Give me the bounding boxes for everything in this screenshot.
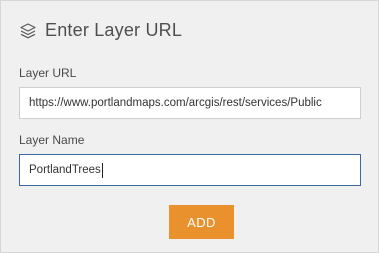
add-button[interactable]: ADD [169,205,234,239]
layer-name-label: Layer Name [19,133,85,147]
layer-url-value: https://www.portlandmaps.com/arcgis/rest… [29,97,322,109]
panel-header: Enter Layer URL [19,20,182,41]
text-caret [101,162,103,178]
panel-title: Enter Layer URL [45,20,183,40]
add-layer-panel: Enter Layer URL Layer URL https://www.po… [0,0,379,253]
layer-url-label: Layer URL [19,66,77,80]
layer-name-value: PortlandTrees [29,164,101,176]
layers-icon [20,22,36,38]
layer-name-input[interactable]: PortlandTrees [19,154,361,186]
layer-url-input[interactable]: https://www.portlandmaps.com/arcgis/rest… [19,87,361,119]
